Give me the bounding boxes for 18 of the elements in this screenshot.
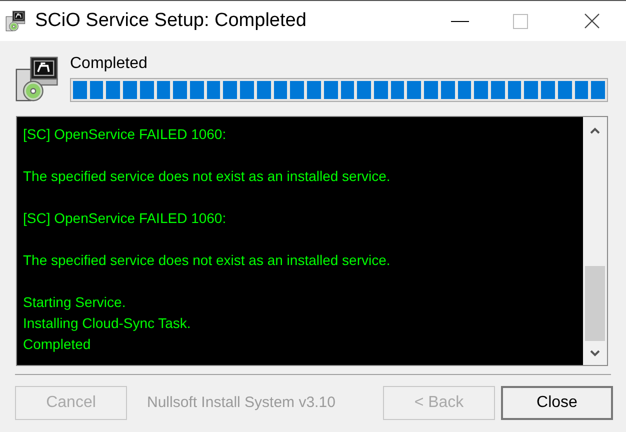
log-line: Installing Cloud-Sync Task. — [23, 314, 192, 333]
window-title: SCiO Service Setup: Completed — [35, 8, 306, 33]
scrollbar[interactable] — [583, 117, 607, 365]
close-button[interactable]: Close — [501, 386, 613, 420]
log-line: [SC] OpenService FAILED 1060: — [23, 125, 228, 144]
log-line: Starting Service. — [23, 293, 127, 312]
log-line: [SC] OpenService FAILED 1060: — [23, 209, 228, 228]
installer-icon — [5, 10, 27, 32]
log-line: The specified service does not exist as an installed service. — [23, 251, 392, 270]
log-line: The specified service does not exist as an installed service. — [23, 167, 392, 186]
scroll-up-icon[interactable] — [590, 127, 600, 135]
status-label: Completed — [70, 54, 148, 74]
minimize-icon[interactable] — [451, 20, 469, 22]
scroll-down-icon[interactable] — [590, 349, 600, 357]
log-line: Completed — [23, 335, 92, 354]
close-icon[interactable] — [584, 13, 600, 29]
branding-text: Nullsoft Install System v3.10 — [147, 392, 336, 413]
scroll-thumb[interactable] — [585, 266, 605, 341]
